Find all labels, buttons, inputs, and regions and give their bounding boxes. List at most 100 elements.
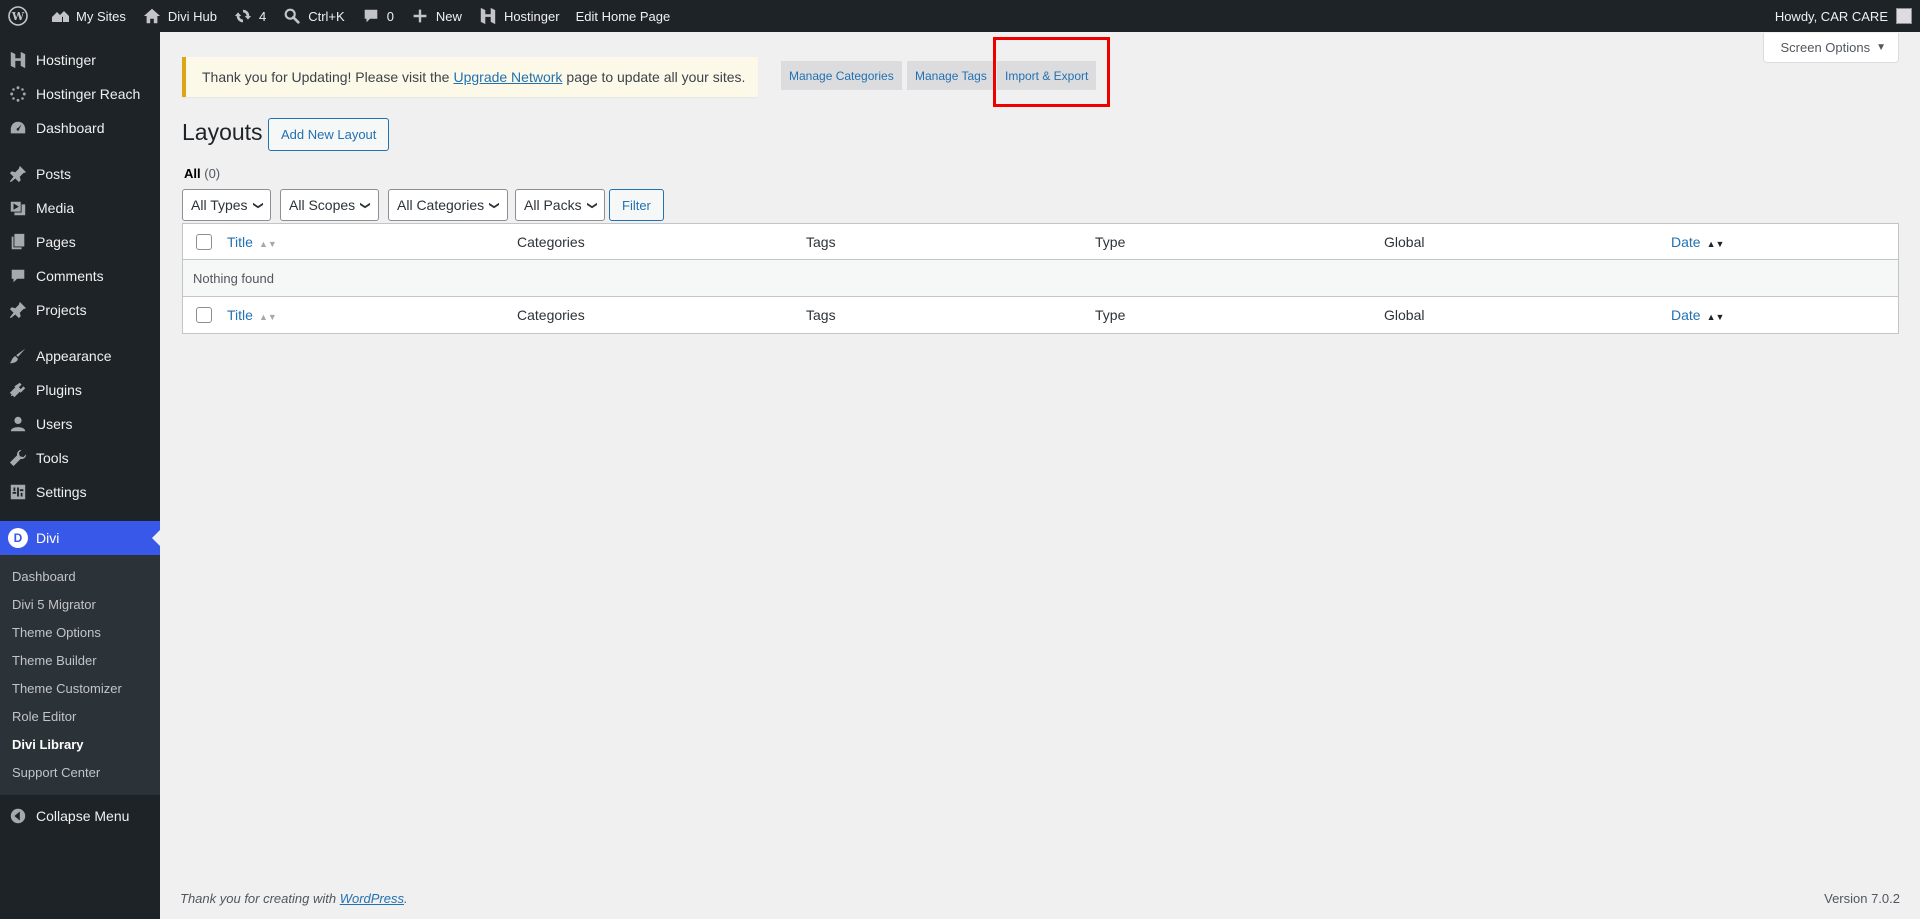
comment-icon (361, 6, 381, 26)
pin-icon (8, 164, 28, 184)
divi-submenu: Dashboard Divi 5 Migrator Theme Options … (0, 555, 160, 795)
settings-icon (8, 482, 28, 502)
svg-text:W: W (11, 10, 25, 23)
tags-column-header: Tags (806, 233, 836, 250)
chevron-down-icon: ❯ (488, 200, 500, 210)
collapse-menu-button[interactable]: Collapse Menu (0, 799, 160, 833)
site-name-link[interactable]: Divi Hub (134, 0, 225, 32)
site-name-label: Divi Hub (167, 8, 217, 24)
sidebar-item-label: Users (36, 416, 73, 432)
command-palette-link[interactable]: Ctrl+K (274, 0, 352, 32)
comment-icon (8, 266, 28, 286)
date-column-header[interactable]: Date ▲▼ (1671, 234, 1724, 250)
submenu-item-divi-5-migrator[interactable]: Divi 5 Migrator (0, 591, 160, 619)
all-label: All (184, 166, 201, 181)
select-all-checkbox[interactable] (196, 307, 212, 323)
comments-link[interactable]: 0 (353, 0, 402, 32)
collapse-label: Collapse Menu (36, 808, 130, 824)
sidebar-item-label: Media (36, 200, 75, 216)
my-sites-link[interactable]: My Sites (42, 0, 134, 32)
sidebar-item-appearance[interactable]: Appearance (0, 339, 160, 373)
submenu-item-theme-options[interactable]: Theme Options (0, 619, 160, 647)
page-title: Layouts (182, 119, 263, 145)
my-sites-label: My Sites (76, 8, 126, 24)
type-column-header: Type (1095, 307, 1126, 323)
filter-button[interactable]: Filter (609, 189, 664, 221)
sidebar-item-settings[interactable]: Settings (0, 475, 160, 509)
footer-text: Thank you for creating with (180, 891, 337, 906)
empty-row: Nothing found (183, 260, 1898, 297)
divi-badge: D (8, 528, 28, 548)
submenu-item-theme-customizer[interactable]: Theme Customizer (0, 675, 160, 703)
sidebar-item-label: Comments (36, 268, 104, 284)
wordpress-logo[interactable]: W (0, 0, 42, 32)
categories-select-value: All Categories (397, 197, 485, 213)
updates-link[interactable]: 4 (225, 0, 274, 32)
highlight-box (993, 37, 1110, 107)
submenu-item-support-center[interactable]: Support Center (0, 759, 160, 787)
edit-home-page-link[interactable]: Edit Home Page (568, 0, 679, 32)
wordpress-link[interactable]: WordPress (340, 891, 404, 906)
sidebar-item-dashboard[interactable]: Dashboard (0, 111, 160, 145)
add-new-layout-button[interactable]: Add New Layout (268, 118, 390, 151)
submenu-item-theme-builder[interactable]: Theme Builder (0, 647, 160, 675)
update-notice: Thank you for Updating! Please visit the… (182, 57, 758, 97)
table-header-row: Title ▲▼ Categories Tags Type Global Date… (183, 224, 1898, 260)
view-filter-all[interactable]: All (0) (184, 166, 220, 181)
divi-icon: D (8, 528, 28, 548)
sort-icon: ▲▼ (1706, 238, 1725, 249)
sidebar-item-label: Settings (36, 484, 87, 500)
comments-count: 0 (386, 8, 394, 24)
packs-select[interactable]: All Packs ❯ (515, 189, 605, 221)
title-column-header[interactable]: Title ▲▼ (227, 234, 517, 250)
screen-options-label: Screen Options (1780, 40, 1871, 55)
brush-icon (8, 346, 28, 366)
submenu-item-role-editor[interactable]: Role Editor (0, 703, 160, 731)
reach-icon (8, 84, 28, 104)
updates-icon (233, 6, 253, 26)
sidebar-item-media[interactable]: Media (0, 191, 160, 225)
sidebar-item-label: Divi (36, 530, 60, 546)
sidebar-item-projects[interactable]: Projects (0, 293, 160, 327)
new-label: New (435, 8, 462, 24)
tags-column-header: Tags (806, 307, 836, 323)
global-column-header: Global (1384, 307, 1425, 323)
account-menu[interactable]: Howdy, CAR CARE (1767, 0, 1920, 32)
sidebar-item-tools[interactable]: Tools (0, 441, 160, 475)
sidebar-item-label: Tools (36, 450, 69, 466)
manage-categories-button[interactable]: Manage Categories (781, 61, 902, 90)
screen-options-button[interactable]: Screen Options ▼ (1763, 33, 1899, 63)
sidebar-item-plugins[interactable]: Plugins (0, 373, 160, 407)
new-content-link[interactable]: New (402, 0, 470, 32)
title-column-header[interactable]: Title ▲▼ (227, 307, 517, 323)
date-header-label: Date (1671, 233, 1701, 250)
hostinger-link[interactable]: Hostinger (470, 0, 568, 32)
sidebar-item-users[interactable]: Users (0, 407, 160, 441)
sidebar-item-posts[interactable]: Posts (0, 157, 160, 191)
types-select-value: All Types (191, 197, 248, 213)
upgrade-network-link[interactable]: Upgrade Network (453, 69, 562, 85)
notice-text-after: page to update all your sites. (566, 69, 746, 85)
chevron-down-icon: ❯ (359, 200, 371, 210)
sidebar-item-divi[interactable]: D Divi (0, 521, 160, 555)
categories-column-header: Categories (517, 233, 585, 250)
submenu-item-divi-library[interactable]: Divi Library (0, 731, 160, 759)
select-all-checkbox[interactable] (196, 233, 212, 250)
type-column-header: Type (1095, 233, 1126, 250)
sidebar-item-pages[interactable]: Pages (0, 225, 160, 259)
scopes-select[interactable]: All Scopes ❯ (280, 189, 379, 221)
date-column-header[interactable]: Date ▲▼ (1671, 307, 1724, 323)
categories-select[interactable]: All Categories ❯ (388, 189, 508, 221)
sidebar-item-hostinger-reach[interactable]: Hostinger Reach (0, 77, 160, 111)
footer-version: Version 7.0.2 (1824, 891, 1900, 906)
title-header-label: Title (227, 233, 253, 250)
submenu-item-dashboard[interactable]: Dashboard (0, 563, 160, 591)
types-select[interactable]: All Types ❯ (182, 189, 271, 221)
sidebar-item-comments[interactable]: Comments (0, 259, 160, 293)
user-icon (8, 414, 28, 434)
date-header-label: Date (1671, 307, 1701, 323)
manage-tags-button[interactable]: Manage Tags (907, 61, 995, 90)
avatar (1896, 8, 1912, 24)
sidebar-item-hostinger[interactable]: Hostinger (0, 43, 160, 77)
media-icon (8, 198, 28, 218)
